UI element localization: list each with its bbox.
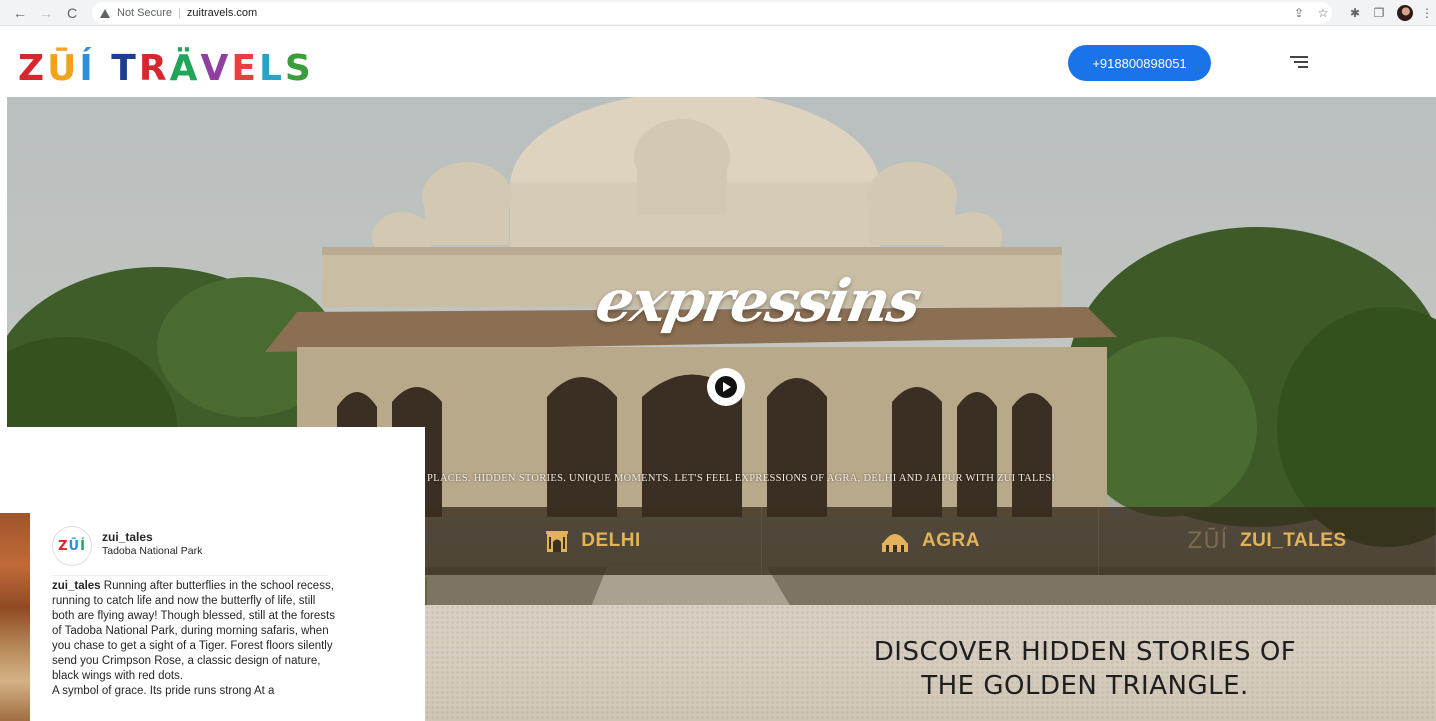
site-logo[interactable]: ZŪÍ TRÄVELS — [18, 41, 314, 87]
post-caption: zui_tales Running after butterflies in t… — [52, 579, 337, 699]
post-username[interactable]: zui_tales — [102, 530, 153, 544]
address-separator: | — [178, 7, 181, 19]
browser-toolbar: ← → C Not Secure | zuitravels.com ⇪ ☆ ✱ … — [0, 0, 1436, 26]
hero-tagline: PLACES. HIDDEN STORIES. UNIQUE MOMENTS. … — [427, 473, 1056, 484]
address-bar[interactable]: Not Secure | zuitravels.com — [92, 2, 1332, 24]
profile-avatar[interactable] — [1397, 5, 1413, 21]
caption-text-tail: A symbol of grace. Its pride runs strong… — [52, 685, 275, 697]
forward-icon[interactable]: → — [36, 3, 56, 23]
side-panel-icon[interactable]: ❐ — [1370, 4, 1388, 22]
bookmark-star-icon[interactable]: ☆ — [1314, 4, 1332, 22]
url-text: zuitravels.com — [186, 7, 258, 19]
warning-icon — [100, 8, 110, 18]
avatar-letter: Z — [58, 538, 69, 554]
city-label-agra: AGRA — [922, 530, 980, 551]
dome-icon — [882, 534, 909, 552]
city-label-delhi: DELHI — [581, 530, 641, 551]
logo-letter: Í — [79, 48, 96, 89]
logo-letter: T — [111, 48, 139, 89]
logo-letter: Z — [18, 48, 48, 89]
caption-username[interactable]: zui_tales — [52, 580, 101, 592]
city-tab-zui-tales[interactable]: ZŪÍ ZUI_TALES — [1099, 507, 1436, 575]
discover-section: DISCOVER HIDDEN STORIES OF THE GOLDEN TR… — [425, 605, 1436, 721]
hero-script-title: expressins — [591, 267, 925, 335]
hamburger-menu-icon[interactable] — [1290, 56, 1308, 70]
gate-icon — [546, 531, 569, 552]
zui-logo-icon: ZŪÍ — [1187, 528, 1229, 554]
logo-letter: L — [258, 48, 285, 89]
logo-letter: R — [138, 48, 170, 89]
play-video-button[interactable] — [707, 368, 745, 406]
post-divider — [52, 575, 328, 576]
security-label: Not Secure — [117, 7, 173, 19]
logo-letter: E — [231, 48, 259, 89]
avatar-letter: Ū — [68, 538, 81, 554]
extensions-icon[interactable]: ✱ — [1346, 4, 1364, 22]
discover-heading-line1: DISCOVER HIDDEN STORIES OF — [873, 637, 1297, 667]
share-icon[interactable]: ⇪ — [1290, 4, 1308, 22]
logo-letter: V — [200, 48, 232, 89]
post-avatar[interactable]: ZŪÍ — [52, 526, 92, 566]
more-menu-icon[interactable]: ⋮ — [1421, 4, 1433, 22]
logo-letter: S — [284, 48, 314, 89]
discover-heading: DISCOVER HIDDEN STORIES OF THE GOLDEN TR… — [825, 635, 1345, 703]
logo-letter: Ū — [47, 48, 80, 89]
post-photo — [0, 513, 30, 721]
caption-text: Running after butterflies in the school … — [52, 580, 335, 682]
city-tab-delhi[interactable]: DELHI — [425, 507, 762, 575]
play-icon — [715, 376, 737, 398]
social-post-card: ZŪÍ zui_tales Tadoba National Park zui_t… — [0, 427, 425, 721]
post-location[interactable]: Tadoba National Park — [102, 545, 202, 557]
site-header: ZŪÍ TRÄVELS +918800898051 — [0, 27, 1436, 97]
phone-call-button[interactable]: +918800898051 — [1068, 45, 1211, 81]
city-navigation: DELHI AGRA ZŪÍ ZUI_TALES — [425, 507, 1436, 575]
logo-space — [96, 51, 112, 87]
avatar-letter: Í — [80, 538, 86, 554]
back-icon[interactable]: ← — [10, 3, 30, 23]
city-label-zui-tales: ZUI_TALES — [1240, 530, 1347, 551]
city-tab-agra[interactable]: AGRA — [762, 507, 1099, 575]
logo-letter: Ä — [169, 48, 201, 89]
reload-icon[interactable]: C — [62, 3, 82, 23]
discover-heading-line2: THE GOLDEN TRIANGLE. — [921, 671, 1249, 701]
